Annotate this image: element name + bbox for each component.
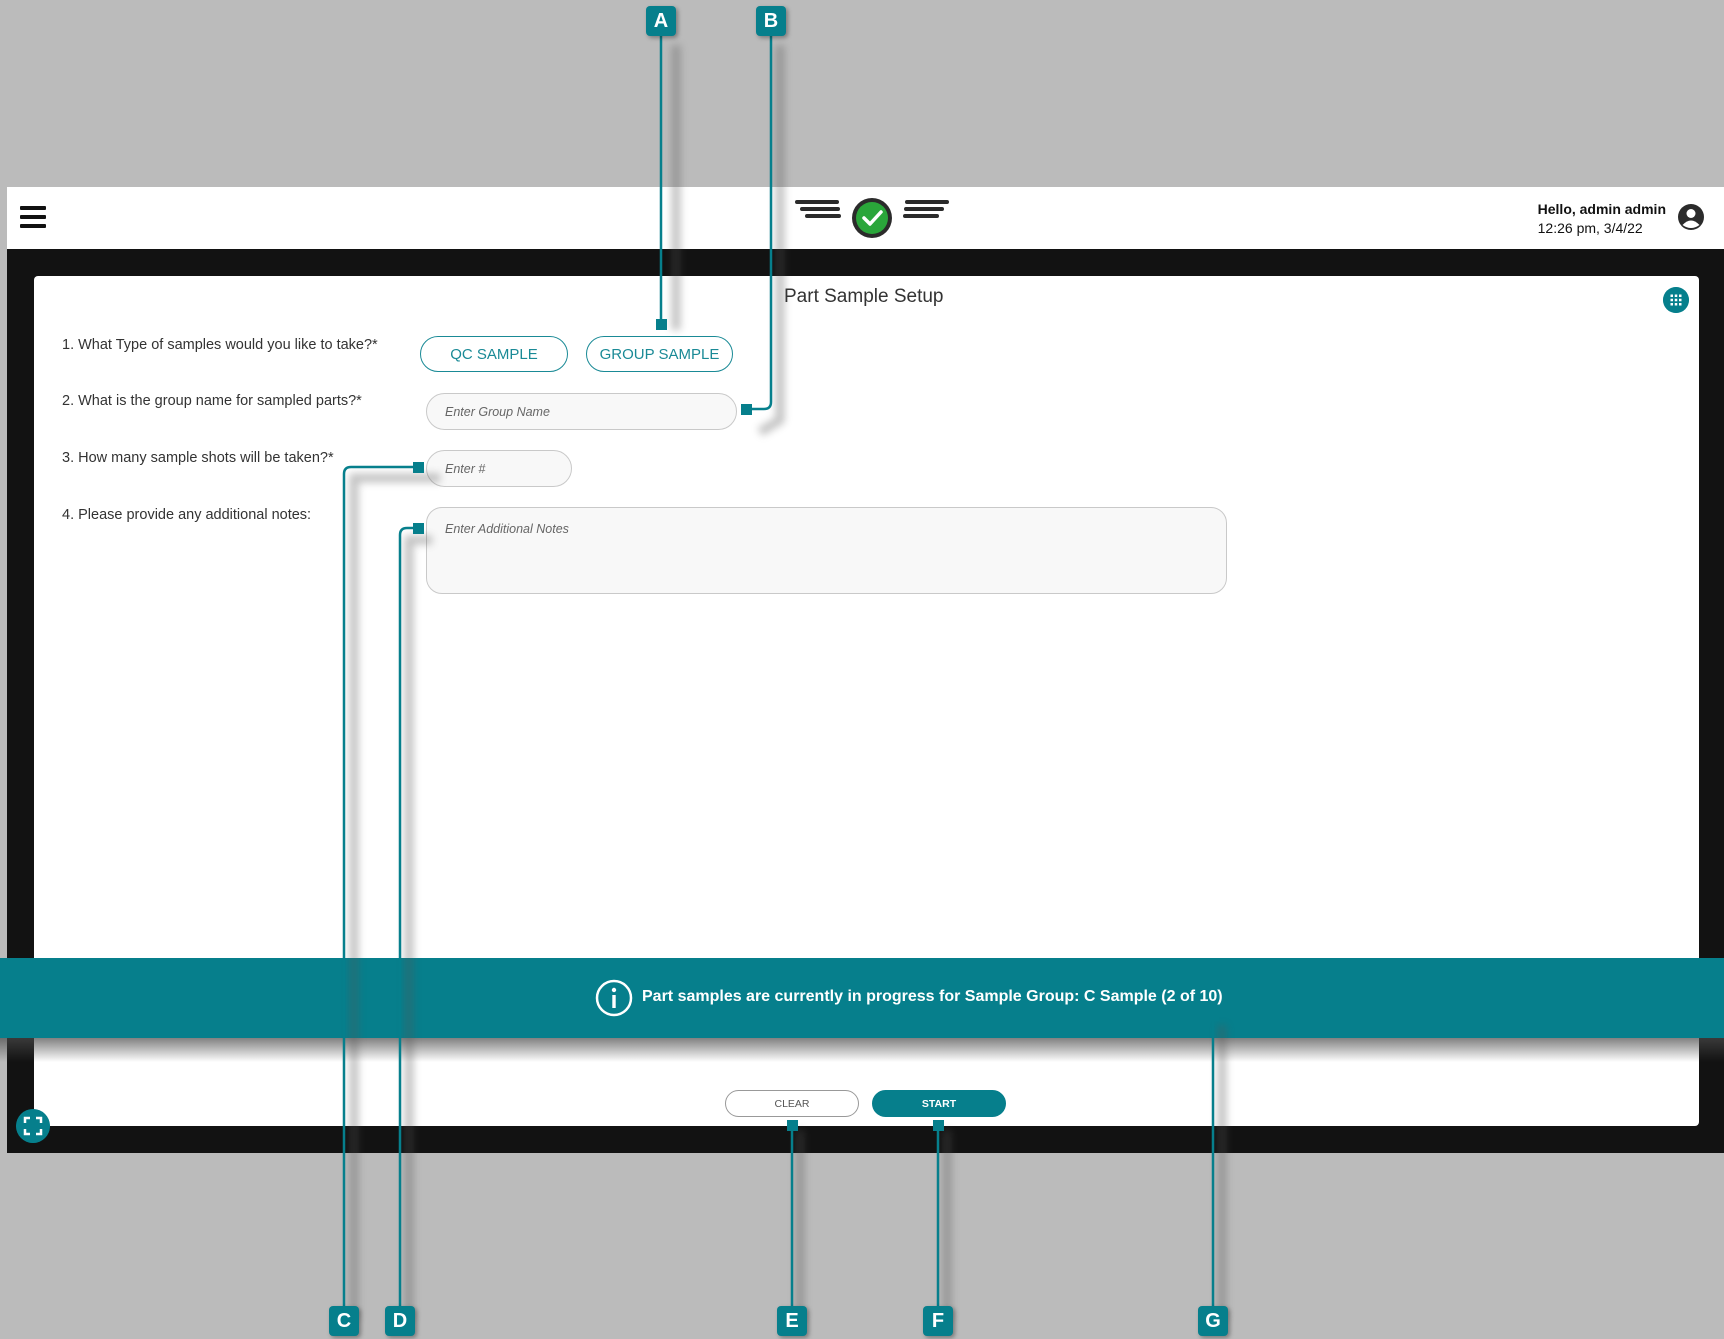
user-greeting: Hello, admin admin 12:26 pm, 3/4/22 bbox=[1538, 200, 1666, 238]
question-4-label: 4. Please provide any additional notes: bbox=[62, 507, 312, 523]
additional-notes-textarea[interactable] bbox=[426, 507, 1227, 594]
greeting-name: Hello, admin admin bbox=[1537, 201, 1666, 217]
clear-button[interactable]: CLEAR bbox=[725, 1090, 859, 1117]
apps-grid-icon[interactable] bbox=[1663, 287, 1689, 313]
fullscreen-icon[interactable] bbox=[16, 1109, 50, 1143]
callout-badge-d: D bbox=[385, 1306, 415, 1336]
callout-badge-f: F bbox=[923, 1306, 953, 1336]
callout-badge-e: E bbox=[777, 1306, 807, 1336]
qc-sample-button[interactable]: QC SAMPLE bbox=[420, 336, 568, 372]
banner-shadow bbox=[0, 1038, 1724, 1062]
callout-badge-a: A bbox=[646, 6, 676, 36]
current-datetime: 12:26 pm, 3/4/22 bbox=[1537, 220, 1643, 236]
group-name-input[interactable] bbox=[426, 393, 737, 430]
question-3-label: 3. How many sample shots will be taken?* bbox=[62, 450, 334, 466]
sample-shots-input[interactable] bbox=[426, 450, 572, 487]
hamburger-menu-icon[interactable] bbox=[20, 206, 46, 228]
question-1-label: 1. What Type of samples would you like t… bbox=[62, 337, 378, 353]
info-icon bbox=[595, 979, 633, 1017]
question-2-label: 2. What is the group name for sampled pa… bbox=[62, 393, 362, 409]
callout-badge-g: G bbox=[1198, 1306, 1228, 1336]
banner-message: Part samples are currently in progress f… bbox=[642, 988, 1223, 1005]
page-title: Part Sample Setup bbox=[784, 286, 944, 307]
top-header: Hello, admin admin 12:26 pm, 3/4/22 bbox=[7, 187, 1724, 255]
in-progress-banner: Part samples are currently in progress f… bbox=[0, 958, 1724, 1038]
group-sample-button[interactable]: GROUP SAMPLE bbox=[586, 336, 733, 372]
account-circle-icon[interactable] bbox=[1677, 203, 1705, 231]
app-window: Hello, admin admin 12:26 pm, 3/4/22 Part… bbox=[0, 0, 1724, 1339]
callout-badge-b: B bbox=[756, 6, 786, 36]
start-button[interactable]: START bbox=[872, 1090, 1006, 1117]
callout-badge-c: C bbox=[329, 1306, 359, 1336]
